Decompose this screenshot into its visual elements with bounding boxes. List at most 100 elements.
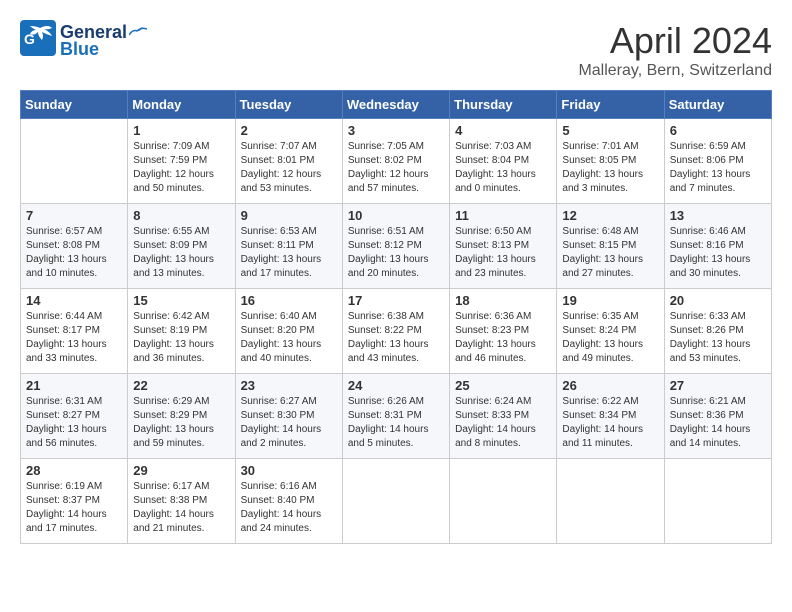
day-info: Sunrise: 6:55 AMSunset: 8:09 PMDaylight:… [133, 225, 229, 281]
day-info: Sunrise: 6:19 AMSunset: 8:37 PMDaylight:… [26, 480, 122, 536]
day-info: Sunrise: 7:07 AMSunset: 8:01 PMDaylight:… [241, 140, 337, 196]
calendar-cell: 2 Sunrise: 7:07 AMSunset: 8:01 PMDaylight… [235, 119, 342, 204]
day-info: Sunrise: 6:33 AMSunset: 8:26 PMDaylight:… [670, 310, 766, 366]
day-number: 11 [455, 208, 551, 223]
day-number: 30 [241, 463, 337, 478]
day-number: 4 [455, 123, 551, 138]
day-info: Sunrise: 6:22 AMSunset: 8:34 PMDaylight:… [562, 395, 658, 451]
day-info: Sunrise: 6:29 AMSunset: 8:29 PMDaylight:… [133, 395, 229, 451]
calendar-cell: 9 Sunrise: 6:53 AMSunset: 8:11 PMDaylight… [235, 204, 342, 289]
calendar-cell: 8 Sunrise: 6:55 AMSunset: 8:09 PMDaylight… [128, 204, 235, 289]
calendar-cell: 19 Sunrise: 6:35 AMSunset: 8:24 PMDayligh… [557, 289, 664, 374]
day-number: 12 [562, 208, 658, 223]
day-number: 17 [348, 293, 444, 308]
day-info: Sunrise: 6:36 AMSunset: 8:23 PMDaylight:… [455, 310, 551, 366]
day-info: Sunrise: 7:05 AMSunset: 8:02 PMDaylight:… [348, 140, 444, 196]
calendar-table: SundayMondayTuesdayWednesdayThursdayFrid… [20, 90, 772, 544]
day-number: 15 [133, 293, 229, 308]
day-info: Sunrise: 6:51 AMSunset: 8:12 PMDaylight:… [348, 225, 444, 281]
calendar-cell [450, 459, 557, 544]
day-info: Sunrise: 6:26 AMSunset: 8:31 PMDaylight:… [348, 395, 444, 451]
weekday-header-friday: Friday [557, 91, 664, 119]
logo-text-wrapper: General Blue [60, 22, 147, 60]
weekday-header-monday: Monday [128, 91, 235, 119]
day-info: Sunrise: 6:42 AMSunset: 8:19 PMDaylight:… [133, 310, 229, 366]
day-number: 25 [455, 378, 551, 393]
calendar-cell: 22Sunrise: 6:29 AMSunset: 8:29 PMDayligh… [128, 374, 235, 459]
calendar-cell: 30Sunrise: 6:16 AMSunset: 8:40 PMDayligh… [235, 459, 342, 544]
day-info: Sunrise: 7:01 AMSunset: 8:05 PMDaylight:… [562, 140, 658, 196]
day-info: Sunrise: 6:50 AMSunset: 8:13 PMDaylight:… [455, 225, 551, 281]
calendar-cell: 11 Sunrise: 6:50 AMSunset: 8:13 PMDayligh… [450, 204, 557, 289]
calendar-cell [21, 119, 128, 204]
day-number: 26 [562, 378, 658, 393]
day-number: 1 [133, 123, 229, 138]
title-area: April 2024 Malleray, Bern, Switzerland [578, 20, 772, 80]
day-number: 29 [133, 463, 229, 478]
calendar-cell: 12 Sunrise: 6:48 AMSunset: 8:15 PMDayligh… [557, 204, 664, 289]
calendar-cell: 7 Sunrise: 6:57 AMSunset: 8:08 PMDaylight… [21, 204, 128, 289]
day-number: 10 [348, 208, 444, 223]
calendar-cell: 20 Sunrise: 6:33 AMSunset: 8:26 PMDayligh… [664, 289, 771, 374]
day-info: Sunrise: 6:46 AMSunset: 8:16 PMDaylight:… [670, 225, 766, 281]
day-info: Sunrise: 6:53 AMSunset: 8:11 PMDaylight:… [241, 225, 337, 281]
day-info: Sunrise: 7:09 AMSunset: 7:59 PMDaylight:… [133, 140, 229, 196]
day-number: 21 [26, 378, 122, 393]
calendar-cell: 4Sunrise: 7:03 AMSunset: 8:04 PMDaylight… [450, 119, 557, 204]
day-number: 20 [670, 293, 766, 308]
day-info: Sunrise: 6:35 AMSunset: 8:24 PMDaylight:… [562, 310, 658, 366]
day-number: 18 [455, 293, 551, 308]
logo: G General Blue [20, 20, 147, 61]
day-info: Sunrise: 6:31 AMSunset: 8:27 PMDaylight:… [26, 395, 122, 451]
calendar-cell: 17 Sunrise: 6:38 AMSunset: 8:22 PMDayligh… [342, 289, 449, 374]
day-number: 8 [133, 208, 229, 223]
calendar-cell: 1 Sunrise: 7:09 AMSunset: 7:59 PMDaylight… [128, 119, 235, 204]
week-row-2: 14 Sunrise: 6:44 AMSunset: 8:17 PMDayligh… [21, 289, 772, 374]
day-number: 23 [241, 378, 337, 393]
day-info: Sunrise: 6:17 AMSunset: 8:38 PMDaylight:… [133, 480, 229, 536]
calendar-cell: 13 Sunrise: 6:46 AMSunset: 8:16 PMDayligh… [664, 204, 771, 289]
day-info: Sunrise: 6:59 AMSunset: 8:06 PMDaylight:… [670, 140, 766, 196]
day-number: 5 [562, 123, 658, 138]
calendar-cell: 15 Sunrise: 6:42 AMSunset: 8:19 PMDayligh… [128, 289, 235, 374]
day-info: Sunrise: 6:57 AMSunset: 8:08 PMDaylight:… [26, 225, 122, 281]
calendar-cell: 6 Sunrise: 6:59 AMSunset: 8:06 PMDaylight… [664, 119, 771, 204]
week-row-0: 1 Sunrise: 7:09 AMSunset: 7:59 PMDaylight… [21, 119, 772, 204]
calendar-cell: 23Sunrise: 6:27 AMSunset: 8:30 PMDayligh… [235, 374, 342, 459]
weekday-header-tuesday: Tuesday [235, 91, 342, 119]
calendar-cell: 26 Sunrise: 6:22 AMSunset: 8:34 PMDayligh… [557, 374, 664, 459]
day-number: 3 [348, 123, 444, 138]
day-info: Sunrise: 6:40 AMSunset: 8:20 PMDaylight:… [241, 310, 337, 366]
calendar-cell: 25Sunrise: 6:24 AMSunset: 8:33 PMDayligh… [450, 374, 557, 459]
calendar-cell [342, 459, 449, 544]
day-number: 7 [26, 208, 122, 223]
logo-icon: G [20, 20, 56, 61]
weekday-header-row: SundayMondayTuesdayWednesdayThursdayFrid… [21, 91, 772, 119]
calendar-cell: 21 Sunrise: 6:31 AMSunset: 8:27 PMDayligh… [21, 374, 128, 459]
calendar-cell: 10 Sunrise: 6:51 AMSunset: 8:12 PMDayligh… [342, 204, 449, 289]
calendar-cell: 28 Sunrise: 6:19 AMSunset: 8:37 PMDayligh… [21, 459, 128, 544]
day-number: 6 [670, 123, 766, 138]
calendar-cell: 29 Sunrise: 6:17 AMSunset: 8:38 PMDayligh… [128, 459, 235, 544]
calendar-cell: 27Sunrise: 6:21 AMSunset: 8:36 PMDayligh… [664, 374, 771, 459]
day-info: Sunrise: 6:38 AMSunset: 8:22 PMDaylight:… [348, 310, 444, 366]
day-number: 16 [241, 293, 337, 308]
calendar-cell: 18 Sunrise: 6:36 AMSunset: 8:23 PMDayligh… [450, 289, 557, 374]
day-number: 9 [241, 208, 337, 223]
calendar-cell [557, 459, 664, 544]
weekday-header-saturday: Saturday [664, 91, 771, 119]
day-number: 2 [241, 123, 337, 138]
day-number: 24 [348, 378, 444, 393]
weekday-header-thursday: Thursday [450, 91, 557, 119]
day-number: 28 [26, 463, 122, 478]
location-title: Malleray, Bern, Switzerland [578, 62, 772, 80]
weekday-header-wednesday: Wednesday [342, 91, 449, 119]
day-info: Sunrise: 6:48 AMSunset: 8:15 PMDaylight:… [562, 225, 658, 281]
week-row-4: 28 Sunrise: 6:19 AMSunset: 8:37 PMDayligh… [21, 459, 772, 544]
day-info: Sunrise: 6:44 AMSunset: 8:17 PMDaylight:… [26, 310, 122, 366]
header: G General Blue April 2024 Malleray, Bern… [20, 20, 772, 80]
day-number: 19 [562, 293, 658, 308]
day-number: 14 [26, 293, 122, 308]
calendar-cell: 14 Sunrise: 6:44 AMSunset: 8:17 PMDayligh… [21, 289, 128, 374]
day-number: 13 [670, 208, 766, 223]
